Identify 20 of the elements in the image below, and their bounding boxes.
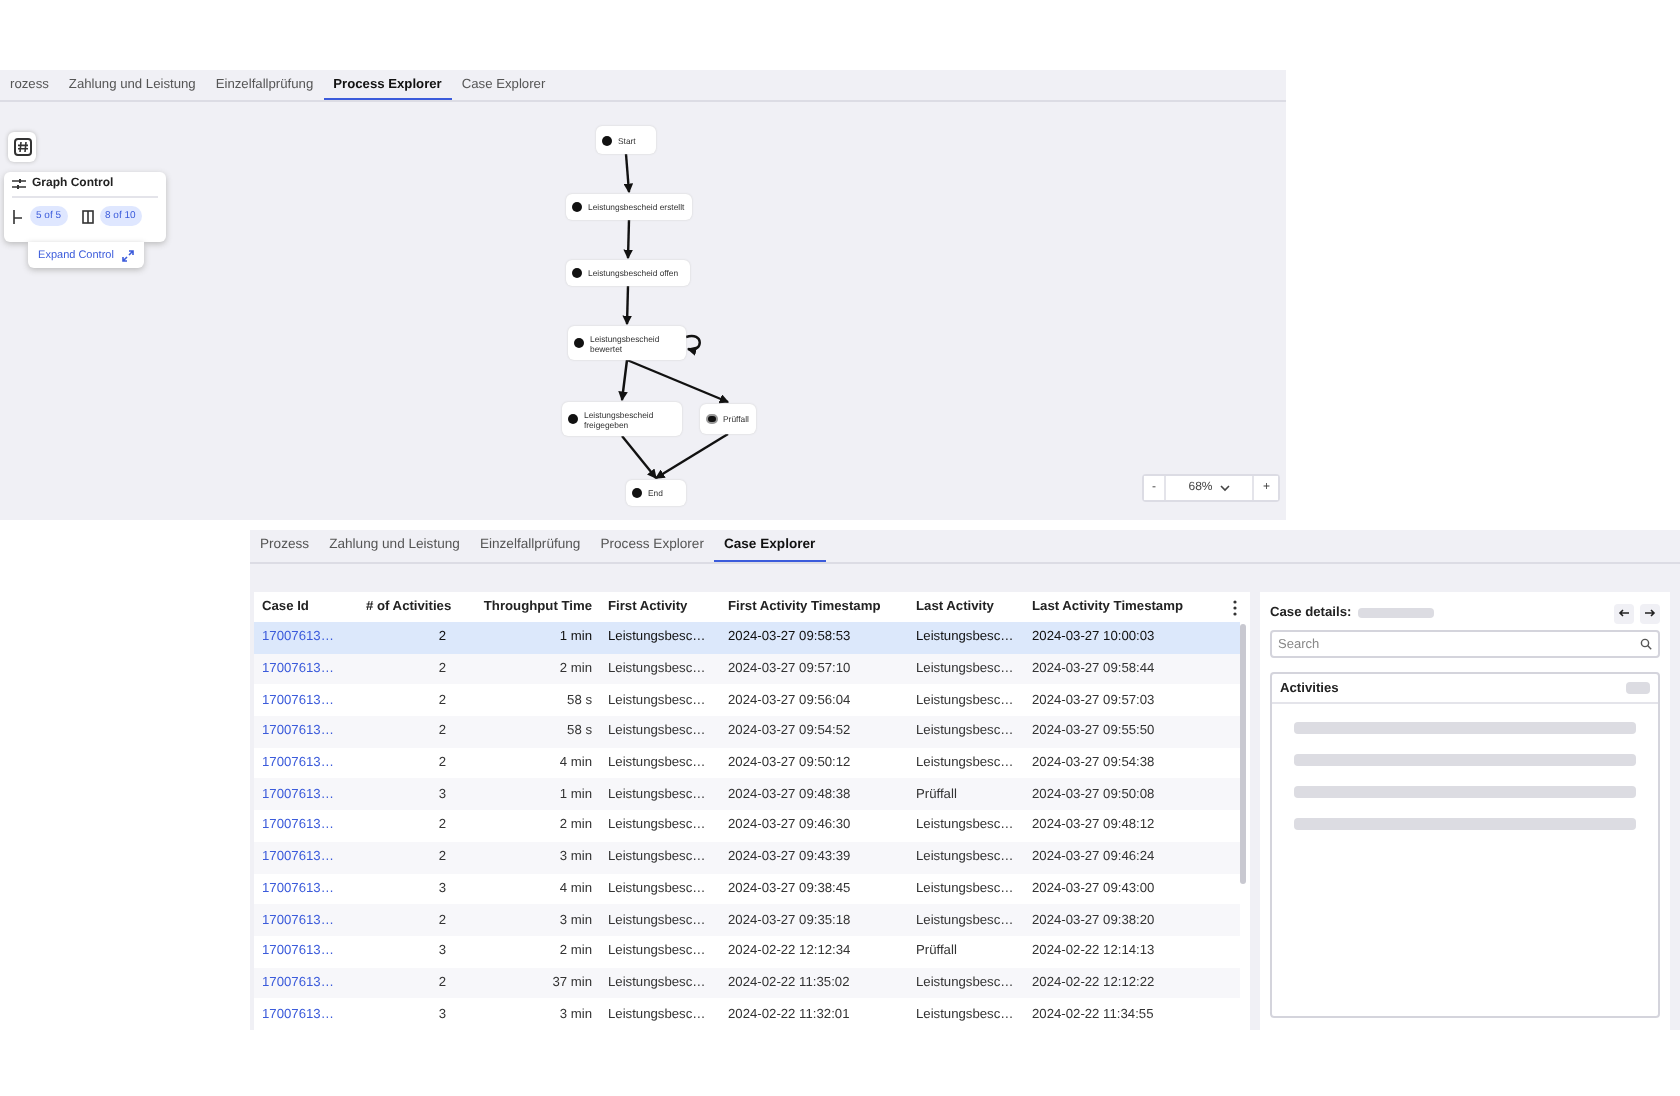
expand-icon [121,249,134,261]
scrollbar[interactable] [1240,624,1246,884]
next-button[interactable] [1640,603,1660,623]
edge-arrow [622,285,632,326]
previous-button[interactable] [1614,603,1634,623]
edge-arrow [685,334,701,355]
columns-icon [81,209,94,223]
hash-icon [13,138,31,156]
arrow-right-icon [1644,608,1656,618]
branch-icon [12,209,24,223]
edge-arrow [623,219,633,260]
loading-placeholder [1626,682,1650,694]
more-options-icon[interactable] [1232,599,1238,615]
search-icon [1640,638,1652,650]
edge-arrow [623,153,634,194]
arrow-left-icon [1618,608,1630,618]
chevron-down-icon [1220,484,1231,492]
sliders-icon [12,178,26,190]
graph-toggle-button[interactable] [8,132,36,162]
loading-placeholder [1357,608,1434,618]
